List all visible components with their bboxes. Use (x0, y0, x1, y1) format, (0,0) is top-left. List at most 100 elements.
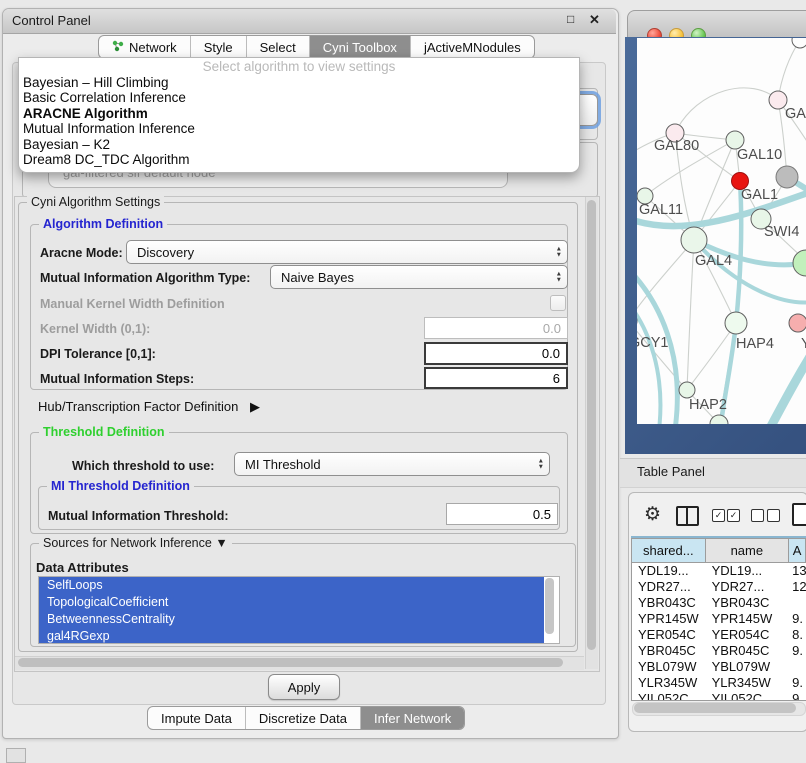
table-cell[interactable]: 12 (789, 579, 806, 595)
list-scrollbar-thumb[interactable] (545, 578, 554, 634)
table-hscrollbar-thumb[interactable] (634, 703, 796, 713)
network-canvas[interactable]: GALGAL80GAL10GAL1GAL11SWI4GAL4GCY1HAP4YH… (637, 38, 806, 424)
dropdown-item-basic-correlation-inference[interactable]: Basic Correlation Inference (19, 90, 579, 106)
aracne-mode-combo[interactable]: Discovery ▲▼ (126, 240, 568, 264)
attribute-item-selfloops[interactable]: SelfLoops (39, 577, 544, 594)
network-edge[interactable] (687, 240, 694, 390)
horizontal-scrollbar-thumb[interactable] (18, 658, 563, 667)
subtab-infer-network[interactable]: Infer Network (360, 707, 464, 729)
table-cell[interactable]: YBL079W (706, 659, 790, 675)
network-edge[interactable] (675, 88, 778, 133)
table-row[interactable]: YLR345WYLR345W9. (632, 675, 806, 691)
dropdown-item-mutual-information-inference[interactable]: Mutual Information Inference (19, 121, 579, 137)
table-cell[interactable]: YLR345W (632, 675, 706, 691)
mi-threshold-input[interactable]: 0.5 (446, 503, 558, 525)
gear-icon[interactable]: ⚙ (644, 503, 661, 526)
network-edge[interactable] (637, 240, 694, 321)
table-cell[interactable]: YBR045C (632, 643, 706, 659)
subtab-discretize-data[interactable]: Discretize Data (245, 707, 360, 729)
dpi-tolerance-input[interactable]: 0.0 (424, 342, 568, 365)
table-row[interactable]: YER054CYER054C8. (632, 627, 806, 643)
table-row[interactable]: YBR043CYBR043C (632, 595, 806, 611)
node-hap2[interactable] (679, 382, 695, 398)
table-row[interactable]: YBL079WYBL079W (632, 659, 806, 675)
column-header-name[interactable]: name (706, 539, 790, 562)
table-cell[interactable]: YBR043C (632, 595, 706, 611)
network-graph[interactable]: GALGAL80GAL10GAL1GAL11SWI4GAL4GCY1HAP4YH… (637, 38, 806, 424)
table-cell[interactable]: 9. (789, 643, 806, 659)
checked-checkbox-icon[interactable]: ✓ (727, 509, 740, 522)
unchecked-checkbox-icon[interactable] (767, 509, 780, 522)
table-cell[interactable]: YDR27... (706, 579, 790, 595)
mi-type-combo[interactable]: Naive Bayes ▲▼ (270, 265, 568, 289)
table-row[interactable]: YBR045CYBR045C9. (632, 643, 806, 659)
attribute-item-gal4rgexp[interactable]: gal4RGexp (39, 628, 544, 644)
table-cell[interactable]: 8. (789, 627, 806, 643)
table-cell[interactable]: 9. (789, 675, 806, 691)
network-edge[interactable] (778, 40, 800, 100)
table-row[interactable]: YDR27...YDR27...12 (632, 579, 806, 595)
node-top-right[interactable] (792, 38, 806, 48)
tab-cyni-toolbox[interactable]: Cyni Toolbox (309, 36, 410, 58)
table-cell[interactable]: YDR27... (632, 579, 706, 595)
table-row[interactable]: YIL052CYIL052C9. (632, 691, 806, 701)
table-cell[interactable]: YDL19... (706, 563, 790, 579)
attribute-item-betweennesscentrality[interactable]: BetweennessCentrality (39, 611, 544, 628)
dropdown-item-aracne-algorithm[interactable]: ARACNE Algorithm (19, 106, 579, 122)
node-gal4[interactable] (681, 227, 707, 253)
table-cell[interactable]: YBL079W (632, 659, 706, 675)
table-cell[interactable]: YBR045C (706, 643, 790, 659)
table-cell[interactable] (789, 659, 806, 675)
mi-steps-input[interactable]: 6 (424, 367, 568, 389)
node-hap4[interactable] (725, 312, 747, 334)
node-table[interactable]: shared...nameA YDL19...YDL19...13YDR27..… (631, 538, 806, 701)
column-header-a[interactable]: A (789, 539, 806, 562)
columns-icon[interactable] (676, 506, 699, 526)
collapse-arrow-icon[interactable]: ▼ (215, 536, 227, 550)
manual-kernel-checkbox[interactable] (550, 295, 566, 311)
table-cell[interactable]: YPR145W (632, 611, 706, 627)
which-threshold-combo[interactable]: MI Threshold ▲▼ (234, 452, 550, 476)
document-icon[interactable] (792, 503, 806, 526)
attribute-item-topologicalcoefficient[interactable]: TopologicalCoefficient (39, 594, 544, 611)
hub-definition-expander[interactable]: Hub/Transcription Factor Definition ▶ (38, 399, 260, 415)
float-panel-icon[interactable]: □ (567, 12, 574, 26)
kernel-width-input[interactable]: 0.0 (424, 317, 568, 339)
network-edge[interactable] (637, 296, 660, 424)
table-cell[interactable]: YER054C (706, 627, 790, 643)
table-cell[interactable]: YBR043C (706, 595, 790, 611)
node-bottom-green[interactable] (710, 415, 728, 424)
apply-button[interactable]: Apply (268, 674, 340, 700)
table-cell[interactable]: 9. (789, 611, 806, 627)
table-cell[interactable]: YLR345W (706, 675, 790, 691)
node-swi4[interactable] (793, 250, 806, 276)
tab-network[interactable]: Network (99, 36, 190, 58)
column-header-shared[interactable]: shared... (632, 539, 706, 562)
dropdown-item-bayesian-hill-climbing[interactable]: Bayesian – Hill Climbing (19, 75, 579, 91)
table-row[interactable]: YDL19...YDL19...13 (632, 563, 806, 579)
tab-jactivemnodules[interactable]: jActiveMNodules (410, 36, 534, 58)
data-attributes-list[interactable]: SelfLoopsTopologicalCoefficientBetweenne… (38, 576, 560, 644)
dropdown-item-dream8-dc-tdc-algorithm[interactable]: Dream8 DC_TDC Algorithm (19, 152, 579, 168)
table-cell[interactable]: YDL19... (632, 563, 706, 579)
network-window-titlebar[interactable] (627, 10, 806, 38)
vertical-scrollbar-thumb[interactable] (587, 200, 596, 650)
table-cell[interactable]: YER054C (632, 627, 706, 643)
subtab-impute-data[interactable]: Impute Data (148, 707, 245, 729)
table-cell[interactable]: 13 (789, 563, 806, 579)
unchecked-checkbox-icon[interactable] (751, 509, 764, 522)
checked-checkbox-icon[interactable]: ✓ (712, 509, 725, 522)
table-cell[interactable]: YIL052C (706, 691, 790, 701)
table-cell[interactable]: YPR145W (706, 611, 790, 627)
close-panel-icon[interactable]: ✕ (589, 12, 600, 28)
node-gray[interactable] (776, 166, 798, 188)
table-cell[interactable]: 9. (789, 691, 806, 701)
table-cell[interactable] (789, 595, 806, 611)
dropdown-item-bayesian-k2[interactable]: Bayesian – K2 (19, 137, 579, 153)
node-y-pink[interactable] (789, 314, 806, 332)
panel-grip[interactable] (6, 748, 26, 763)
tab-select[interactable]: Select (246, 36, 309, 58)
table-cell[interactable]: YIL052C (632, 691, 706, 701)
tab-style[interactable]: Style (190, 36, 246, 58)
table-row[interactable]: YPR145WYPR145W9. (632, 611, 806, 627)
